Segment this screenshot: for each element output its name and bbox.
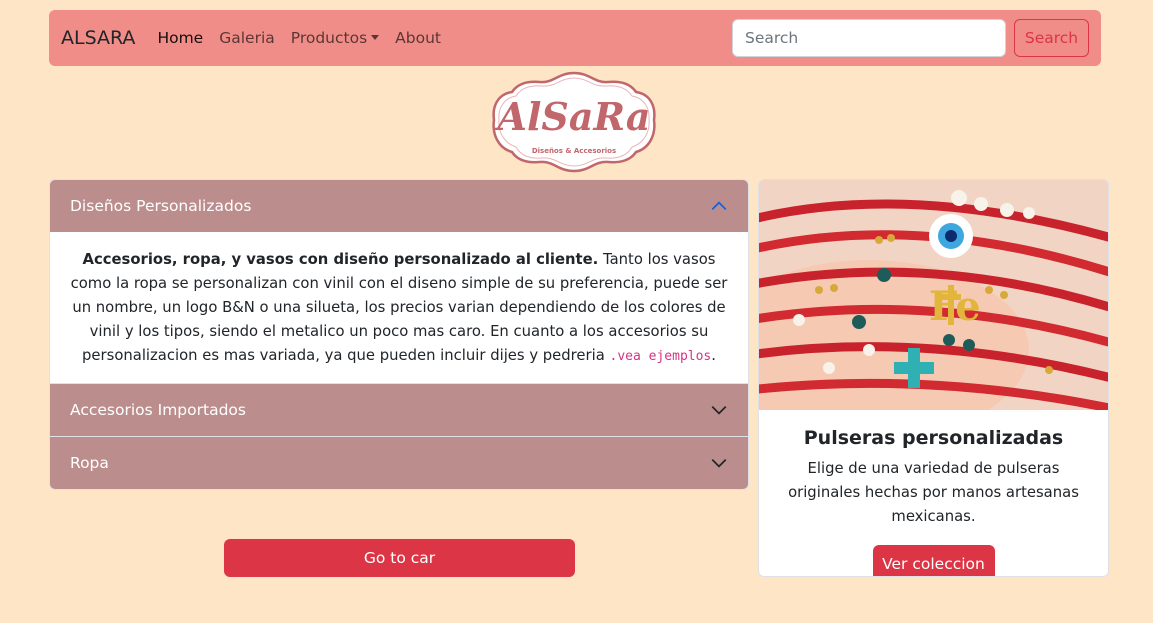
bracelets-image: Fe bbox=[759, 180, 1108, 410]
accordion-title: Diseños Personalizados bbox=[70, 197, 252, 215]
accordion-body-code: .vea ejemplos bbox=[609, 349, 712, 364]
accordion-item-ropa: Ropa bbox=[49, 437, 749, 490]
accordion-title: Ropa bbox=[70, 454, 109, 472]
brand-link[interactable]: ALSARA bbox=[61, 27, 135, 49]
product-card: Fe Pulseras personalizadas Elige de una … bbox=[758, 179, 1109, 577]
accordion-header-disenos[interactable]: Diseños Personalizados bbox=[50, 180, 748, 232]
svg-text:Fe: Fe bbox=[929, 283, 981, 330]
nav-link-galeria[interactable]: Galeria bbox=[219, 29, 275, 47]
go-to-cart-button[interactable]: Go to car bbox=[224, 539, 575, 577]
accordion-title: Accesorios Importados bbox=[70, 401, 246, 419]
chevron-up-icon bbox=[711, 201, 727, 210]
logo-title: AlSaRa bbox=[494, 94, 650, 139]
nav-dropdown-label: Productos bbox=[290, 29, 368, 47]
caret-down-icon bbox=[371, 35, 380, 40]
chevron-down-icon bbox=[711, 406, 727, 415]
accordion-header-ropa[interactable]: Ropa bbox=[50, 437, 748, 489]
ver-coleccion-button[interactable]: Ver coleccion bbox=[872, 545, 995, 576]
nav-dropdown-productos[interactable]: Productos bbox=[290, 29, 380, 47]
accordion-item-disenos: Diseños Personalizados Accesorios, ropa,… bbox=[49, 179, 749, 384]
navbar: ALSARA Home Galeria Productos About Sear… bbox=[49, 10, 1101, 66]
nav-link-home[interactable]: Home bbox=[157, 29, 203, 47]
search-input[interactable] bbox=[732, 19, 1006, 57]
chevron-down-icon bbox=[711, 459, 727, 468]
accordion: Diseños Personalizados Accesorios, ropa,… bbox=[49, 179, 749, 490]
alsara-logo: AlSaRa Diseños & Accesorios bbox=[492, 71, 656, 173]
nav-link-about[interactable]: About bbox=[395, 29, 441, 47]
accordion-header-accesorios[interactable]: Accesorios Importados bbox=[50, 384, 748, 436]
search-button[interactable]: Search bbox=[1014, 19, 1089, 57]
accordion-item-accesorios: Accesorios Importados bbox=[49, 384, 749, 437]
accordion-body-end: . bbox=[711, 347, 716, 364]
card-title: Pulseras personalizadas bbox=[803, 427, 1064, 449]
accordion-body-strong: Accesorios, ropa, y vasos con diseño per… bbox=[82, 251, 599, 268]
card-text: Elige de una variedad de pulseras origin… bbox=[788, 460, 1079, 525]
accordion-body-disenos: Accesorios, ropa, y vasos con diseño per… bbox=[50, 232, 748, 383]
logo-subtitle: Diseños & Accesorios bbox=[532, 147, 616, 155]
